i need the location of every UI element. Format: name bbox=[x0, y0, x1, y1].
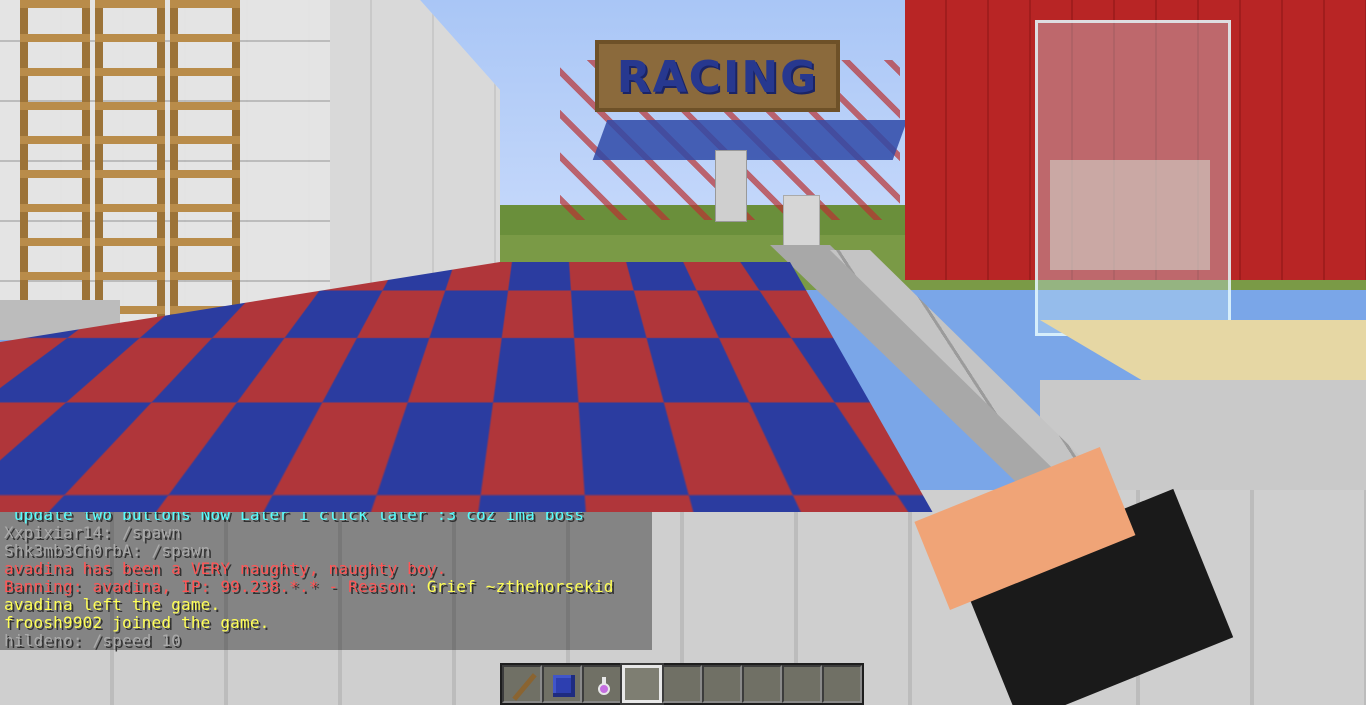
chat-box: < FoxyThePirate> what just happend [ADMI… bbox=[0, 470, 652, 650]
chat-line: Xxpixiar14: /spawn bbox=[4, 524, 181, 542]
chat-segment: : I hate this, Skype would like to bbox=[259, 487, 595, 506]
stone-tower bbox=[715, 150, 747, 222]
hotbar-slot-5[interactable] bbox=[662, 665, 702, 703]
potion-icon bbox=[594, 675, 614, 699]
ladder-right bbox=[170, 0, 240, 340]
chat-line: [ADMIN] KianJohnson14 [SA]: I hate this,… bbox=[4, 488, 594, 506]
hotbar-slot-3[interactable] bbox=[582, 665, 622, 703]
chat-segment: hildeno: /speed 10 bbox=[4, 631, 181, 650]
ladder-mid bbox=[95, 0, 165, 340]
hotbar-slot-1[interactable] bbox=[502, 665, 542, 703]
chat-line: update two buttons Now Later i click lat… bbox=[4, 506, 584, 524]
chat-line: Banning: avadina, IP: 99.238.*.* - Reaso… bbox=[4, 578, 614, 596]
chat-line: Shk3mb3Ch0rbA: /spawn bbox=[4, 542, 211, 560]
chat-segment: > what just happend bbox=[151, 469, 339, 488]
chat-segment: update two buttons Now Later i click lat… bbox=[4, 505, 585, 524]
chat-line: hildeno: /speed 10 bbox=[4, 632, 181, 650]
stick-icon bbox=[510, 673, 538, 701]
chat-line: avadina left the game. bbox=[4, 596, 220, 614]
chat-segment: [ADMIN] bbox=[4, 487, 83, 506]
player-hand bbox=[914, 446, 1234, 705]
chat-segment: < bbox=[4, 469, 24, 488]
chat-segment: Xxpixiar14: /spawn bbox=[4, 523, 181, 542]
chat-line: avadina has been a VERY naughty, naughty… bbox=[4, 560, 446, 578]
blue-wool-icon bbox=[553, 675, 575, 697]
glass-pane bbox=[1035, 20, 1231, 336]
racing-sign: RACING bbox=[595, 40, 840, 112]
chat-segment: froosh9902 joined the game. bbox=[4, 613, 270, 632]
hotbar-slot-4[interactable] bbox=[620, 663, 664, 705]
chat-segment: avadina left the game. bbox=[4, 595, 221, 614]
hotbar bbox=[500, 663, 864, 705]
chat-segment: avadina has been a VERY naughty, naughty… bbox=[4, 559, 447, 578]
stone-pillar bbox=[783, 195, 820, 252]
chat-segment: FoxyThePirate bbox=[23, 469, 152, 488]
chat-segment: [SA] bbox=[220, 487, 260, 506]
racing-sign-text: RACING bbox=[616, 52, 819, 103]
blue-arm-structure bbox=[592, 120, 908, 160]
chat-segment: Banning: avadina, IP: 99.238.*.* - Reaso… bbox=[4, 577, 427, 596]
chat-segment: KianJohnson14 bbox=[82, 487, 221, 506]
chat-line: < FoxyThePirate> what just happend bbox=[4, 470, 338, 488]
hotbar-slot-2[interactable] bbox=[542, 665, 582, 703]
chat-segment: Grief ~zthehorsekid bbox=[426, 577, 614, 596]
crosshair-icon bbox=[674, 345, 691, 362]
hotbar-slot-7[interactable] bbox=[742, 665, 782, 703]
hotbar-slot-8[interactable] bbox=[782, 665, 822, 703]
hotbar-slot-6[interactable] bbox=[702, 665, 742, 703]
chat-segment: Shk3mb3Ch0rbA: /spawn bbox=[4, 541, 211, 560]
hotbar-slot-9[interactable] bbox=[822, 665, 862, 703]
ladder-left bbox=[20, 0, 90, 340]
chat-line: froosh9902 joined the game. bbox=[4, 614, 270, 632]
